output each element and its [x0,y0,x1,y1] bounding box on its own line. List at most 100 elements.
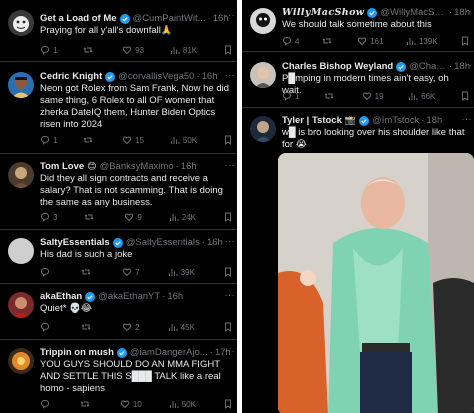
timestamp[interactable]: 18h [426,114,442,127]
timestamp[interactable]: 16h [202,70,218,83]
author-name[interactable]: akaEthan [40,290,82,303]
timestamp[interactable]: 16h [207,236,223,249]
author-name[interactable]: Get a Load of Me [40,12,117,25]
tweet-row[interactable]: akaEthan @akaEthanYT · 16h Quiet* 💀😂 2 45… [0,284,237,340]
retweet-button[interactable] [83,135,96,145]
bookmark-button[interactable] [223,322,233,332]
avatar[interactable] [8,292,34,318]
retweet-icon [81,269,91,275]
retweet-button[interactable] [324,91,337,101]
retweet-button[interactable] [84,212,97,222]
tweet-row[interactable]: SaltyEssentials @SaltyEssentials · 16h Hi… [0,230,237,284]
bookmark-button[interactable] [223,399,233,409]
tweet-row[interactable]: Tom Love 😊 @BanksyMaximo · 16h Did they a… [0,154,237,230]
author-handle[interactable]: @iamDangerAjo... [130,346,208,359]
author-name[interactable]: WillyMacShow [282,6,364,19]
author-name[interactable]: Charles Bishop Weyland [282,60,393,73]
retweet-button[interactable] [81,267,94,277]
camera-emoji: 📸 [344,115,357,125]
author-name[interactable]: Tyler | Tstock [282,114,342,127]
author-handle[interactable]: @WillyMacSh... [380,6,447,19]
more-icon[interactable]: ··· [225,160,236,170]
more-icon[interactable]: ··· [225,10,236,20]
reply-button[interactable] [40,399,53,409]
views-button[interactable]: 81K [170,45,197,55]
more-icon[interactable]: ··· [462,6,473,16]
bookmark-button[interactable] [460,36,470,46]
bookmark-icon [225,399,231,409]
reply-button[interactable]: 1 [40,45,57,55]
laugh-emoji: 😊 [87,161,97,171]
tweet-row[interactable]: Get a Load of Me @CumPaintWit... · 16h Pr… [0,0,237,62]
tweet-row[interactable]: Charles Bishop Weyland @Charl... · 18h P█… [242,52,474,108]
author-name[interactable]: Cedric Knight [40,70,102,83]
avatar[interactable] [250,62,276,88]
bookmark-button[interactable] [223,267,233,277]
timestamp[interactable]: 16h [181,160,197,173]
reply-button[interactable]: 1 [40,135,57,145]
reply-button[interactable] [40,267,53,277]
author-handle[interactable]: @akaEthanYT [98,290,160,303]
author-name[interactable]: Tom Love [40,160,84,173]
like-button[interactable]: 93 [122,45,144,55]
reply-button[interactable]: 4 [282,36,299,46]
views-button[interactable]: 24K [169,212,196,222]
bookmark-button[interactable] [460,91,470,101]
author-name[interactable]: SaltyEssentials [40,236,110,249]
verified-badge-icon [112,237,123,248]
avatar[interactable] [250,8,276,34]
author-handle[interactable]: @BanksyMaximo [100,160,174,173]
reply-button[interactable]: 1 [282,91,299,101]
like-button[interactable]: 9 [124,212,142,222]
views-button[interactable]: 50K [170,135,197,145]
retweet-button[interactable] [81,322,94,332]
author-handle[interactable]: @Charl... [409,60,447,73]
tweet-row[interactable]: Cedric Knight @corvallisVega50 · 16h Neon… [0,62,237,154]
author-handle[interactable]: @SaltyEssentials [126,236,200,249]
avatar[interactable] [250,116,276,142]
author-handle[interactable]: @corvallisVega50 [118,70,194,83]
author-name[interactable]: Trippin on mush [40,346,114,359]
more-icon[interactable]: ··· [225,236,236,246]
avatar[interactable] [8,238,34,264]
timestamp[interactable]: 16h [167,290,183,303]
like-button[interactable]: 7 [122,267,140,277]
tweet-row[interactable]: WillyMacShow @WillyMacSh... · 18h We shou… [242,0,474,52]
views-button[interactable]: 66K [408,91,435,101]
retweet-button[interactable] [322,36,335,46]
avatar[interactable] [8,72,34,98]
like-button[interactable]: 10 [120,399,142,409]
avatar[interactable] [8,10,34,36]
more-icon[interactable]: ··· [462,114,473,124]
views-icon [406,38,416,45]
avatar[interactable] [8,162,34,188]
tweet-row[interactable]: Trippin on mush @iamDangerAjo... · 17h YO… [0,340,237,413]
tweet-media-photo[interactable] [278,153,474,413]
views-button[interactable]: 39K [168,267,195,277]
author-handle[interactable]: @CumPaintWit... [133,12,206,25]
reply-button[interactable]: 3 [40,212,57,222]
views-button[interactable]: 50K [169,399,196,409]
bookmark-button[interactable] [223,212,233,222]
views-count: 50K [181,399,196,409]
tweet-row[interactable]: Tyler | Tstock 📸 @ImTstock · 18h w█ is br… [242,108,474,413]
more-icon[interactable]: ··· [462,60,473,70]
bookmark-button[interactable] [223,45,233,55]
like-button[interactable]: 19 [362,91,384,101]
reply-button[interactable] [40,322,53,332]
more-icon[interactable]: ··· [225,290,236,300]
like-count: 161 [370,36,384,46]
views-button[interactable]: 139K [406,36,438,46]
retweet-button[interactable] [83,45,96,55]
views-button[interactable]: 45K [168,322,195,332]
author-handle[interactable]: @ImTstock [372,114,419,127]
like-button[interactable]: 161 [357,36,384,46]
avatar[interactable] [8,348,34,374]
more-icon[interactable]: ··· [225,70,236,80]
views-icon [170,137,180,144]
like-button[interactable]: 15 [122,135,144,145]
more-icon[interactable]: ··· [225,346,236,356]
retweet-button[interactable] [80,399,93,409]
bookmark-button[interactable] [223,135,233,145]
like-button[interactable]: 2 [122,322,140,332]
